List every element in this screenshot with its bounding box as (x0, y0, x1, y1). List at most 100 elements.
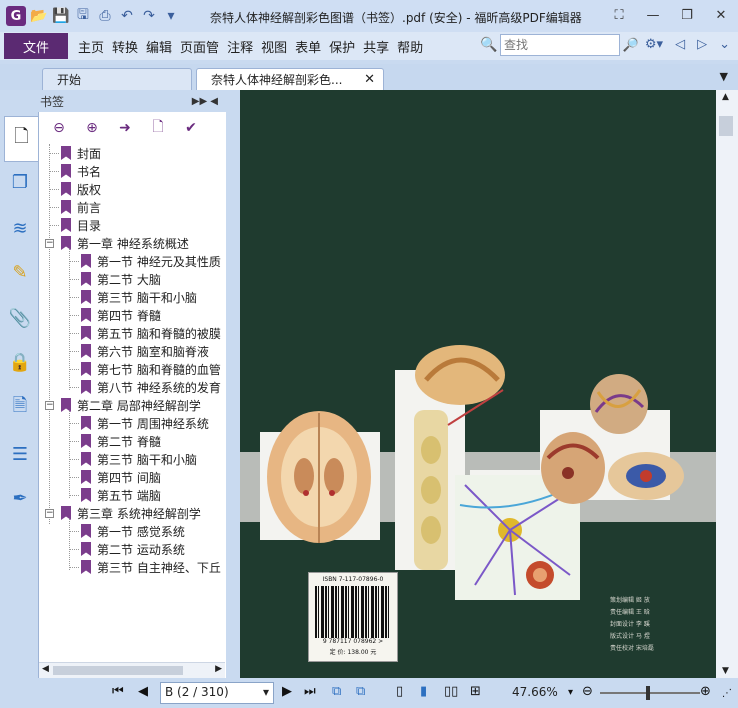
continuous-facing-icon[interactable]: ⊞ (470, 684, 481, 699)
page-selector[interactable]: B (2 / 310) ▾ (160, 682, 274, 704)
tab-start[interactable]: 开始 (42, 68, 192, 90)
bookmark-item[interactable]: 第三节 脑干和小脑 (81, 450, 197, 468)
menu-home[interactable]: 主页 (74, 37, 108, 56)
add-bookmark-icon[interactable]: 🗋 (148, 118, 168, 138)
thumbnails-panel-icon[interactable]: ❐ (8, 170, 32, 194)
menu-convert[interactable]: 转换 (108, 37, 142, 56)
content-panel-icon[interactable]: ☰ (8, 442, 32, 466)
collapse-bookmarks-icon[interactable]: ⊖ (49, 118, 69, 138)
settings-gear-icon[interactable]: ⚙▾ (645, 37, 663, 52)
next-view-icon[interactable]: ⧉ (356, 684, 365, 699)
signature-panel-icon[interactable]: ✒ (8, 486, 32, 510)
bookmark-item[interactable]: 第三节 自主神经、下丘 (81, 558, 221, 576)
zoom-dropdown-icon[interactable]: ▾ (568, 687, 573, 698)
scroll-right-icon[interactable]: ▶ (215, 664, 222, 674)
menu-protect[interactable]: 保护 (325, 37, 359, 56)
bookmark-item[interactable]: 第七节 脑和脊髓的血管 (81, 360, 221, 378)
first-page-icon[interactable]: ⏮ (112, 684, 124, 699)
scroll-thumb[interactable] (719, 116, 733, 136)
print-icon[interactable]: ⎙ (96, 7, 114, 25)
zoom-slider[interactable] (600, 686, 700, 700)
bookmark-chapter[interactable]: 第三章 系统神经解剖学 (61, 504, 201, 522)
bookmark-item[interactable]: 第二节 大脑 (81, 270, 161, 288)
bookmark-chapter[interactable]: 第一章 神经系统概述 (61, 234, 189, 252)
menu-share[interactable]: 共享 (359, 37, 393, 56)
close-button[interactable]: ✕ (704, 0, 738, 30)
menu-comment[interactable]: 注释 (223, 37, 257, 56)
expand-bookmarks-icon[interactable]: ⊕ (82, 118, 102, 138)
security-lock-icon[interactable]: 🔒 (8, 350, 32, 374)
document-properties-icon[interactable]: 🗎 (8, 395, 32, 420)
bookmark-item[interactable]: 第五节 脑和脊髓的被膜 (81, 324, 221, 342)
bookmark-item[interactable]: 前言 (61, 198, 101, 216)
document-vertical-scrollbar[interactable]: ▲ ▼ (716, 90, 738, 678)
document-view[interactable]: ISBN 7-117-07896-0 9 787117 078962 > 定 价… (240, 90, 716, 678)
search-icon[interactable]: 🔎 (620, 34, 642, 56)
bookmark-item[interactable]: 第一节 感觉系统 (81, 522, 185, 540)
search-input[interactable] (500, 34, 620, 56)
app-logo-icon[interactable]: G (6, 6, 26, 26)
save-as-icon[interactable]: 🖫 (74, 7, 92, 25)
collapse-node-icon[interactable]: − (45, 239, 54, 248)
open-folder-icon[interactable]: 📂 (30, 7, 48, 25)
fullscreen-icon[interactable]: ⛶ (602, 0, 636, 30)
menu-page-manage[interactable]: 页面管 (176, 37, 223, 56)
ribbon-collapse-icon[interactable]: ⌄ (719, 37, 730, 52)
bookmark-item[interactable]: 第八节 神经系统的发育 (81, 378, 221, 396)
close-tab-icon[interactable]: ✕ (364, 72, 375, 87)
scroll-up-icon[interactable]: ▲ (722, 92, 729, 102)
bookmark-item[interactable]: 目录 (61, 216, 101, 234)
minimize-button[interactable]: — (636, 0, 670, 30)
zoom-level[interactable]: 47.66% (512, 685, 558, 699)
restore-button[interactable]: ❐ (670, 0, 704, 30)
bookmark-item[interactable]: 第五节 端脑 (81, 486, 161, 504)
bookmark-item[interactable]: 第一节 周围神经系统 (81, 414, 209, 432)
single-page-icon[interactable]: ▯ (396, 684, 403, 699)
next-page-icon[interactable]: ▶ (282, 684, 292, 699)
bookmark-item[interactable]: 第二节 脊髓 (81, 432, 161, 450)
previous-page-icon[interactable]: ◀ (138, 684, 148, 699)
bookmark-item[interactable]: 第六节 脑室和脑脊液 (81, 342, 209, 360)
continuous-page-icon[interactable]: ▮ (420, 684, 427, 699)
find-folder-icon[interactable]: 🔍 (480, 37, 500, 53)
panel-collapse-icon[interactable]: ▶▶ ◀ (192, 96, 218, 107)
bookmark-item[interactable]: 封面 (61, 144, 101, 162)
bookmark-item[interactable]: 版权 (61, 180, 101, 198)
resize-grip-icon[interactable]: ⋰ (722, 688, 732, 699)
last-page-icon[interactable]: ⏭ (304, 684, 316, 699)
customize-toolbar-icon[interactable]: ▾ (162, 7, 180, 25)
tab-document[interactable]: 奈特人体神经解剖彩色... ✕ (196, 68, 384, 90)
menu-help[interactable]: 帮助 (393, 37, 427, 56)
scroll-down-icon[interactable]: ▼ (722, 666, 729, 676)
bookmark-item[interactable]: 第四节 间脑 (81, 468, 161, 486)
bookmark-options-icon[interactable]: ✔ (181, 118, 201, 138)
zoom-slider-knob[interactable] (646, 686, 650, 700)
bookmark-item[interactable]: 第三节 脑干和小脑 (81, 288, 197, 306)
forward-arrow-icon[interactable]: ▷ (697, 37, 707, 52)
scroll-left-icon[interactable]: ◀ (42, 664, 49, 674)
menu-view[interactable]: 视图 (257, 37, 291, 56)
menu-edit[interactable]: 编辑 (142, 37, 176, 56)
scroll-thumb[interactable] (53, 666, 183, 675)
collapse-node-icon[interactable]: − (45, 509, 54, 518)
collapse-node-icon[interactable]: − (45, 401, 54, 410)
bookmark-item[interactable]: 第二节 运动系统 (81, 540, 185, 558)
facing-pages-icon[interactable]: ▯▯ (444, 684, 458, 699)
bookmark-horizontal-scrollbar[interactable]: ◀ ▶ (39, 662, 225, 678)
zoom-in-icon[interactable]: ⊕ (700, 684, 711, 699)
back-arrow-icon[interactable]: ◁ (675, 37, 685, 52)
save-icon[interactable]: 💾 (52, 7, 70, 25)
zoom-out-icon[interactable]: ⊖ (582, 684, 593, 699)
bookmark-chapter[interactable]: 第二章 局部神经解剖学 (61, 396, 201, 414)
panel-splitter[interactable] (226, 90, 240, 678)
bookmark-item[interactable]: 第一节 神经元及其性质 (81, 252, 221, 270)
bookmark-item[interactable]: 第四节 脊髓 (81, 306, 161, 324)
tab-list-dropdown-icon[interactable]: ▼ (720, 70, 728, 83)
menu-form[interactable]: 表单 (291, 37, 325, 56)
bookmarks-panel-icon[interactable]: 🗋 (4, 116, 38, 162)
layers-panel-icon[interactable]: ≋ (8, 216, 32, 240)
undo-icon[interactable]: ↶ (118, 7, 136, 25)
attachments-panel-icon[interactable]: 📎 (8, 306, 32, 330)
comments-panel-icon[interactable]: ✎ (8, 260, 32, 284)
redo-icon[interactable]: ↷ (140, 7, 158, 25)
